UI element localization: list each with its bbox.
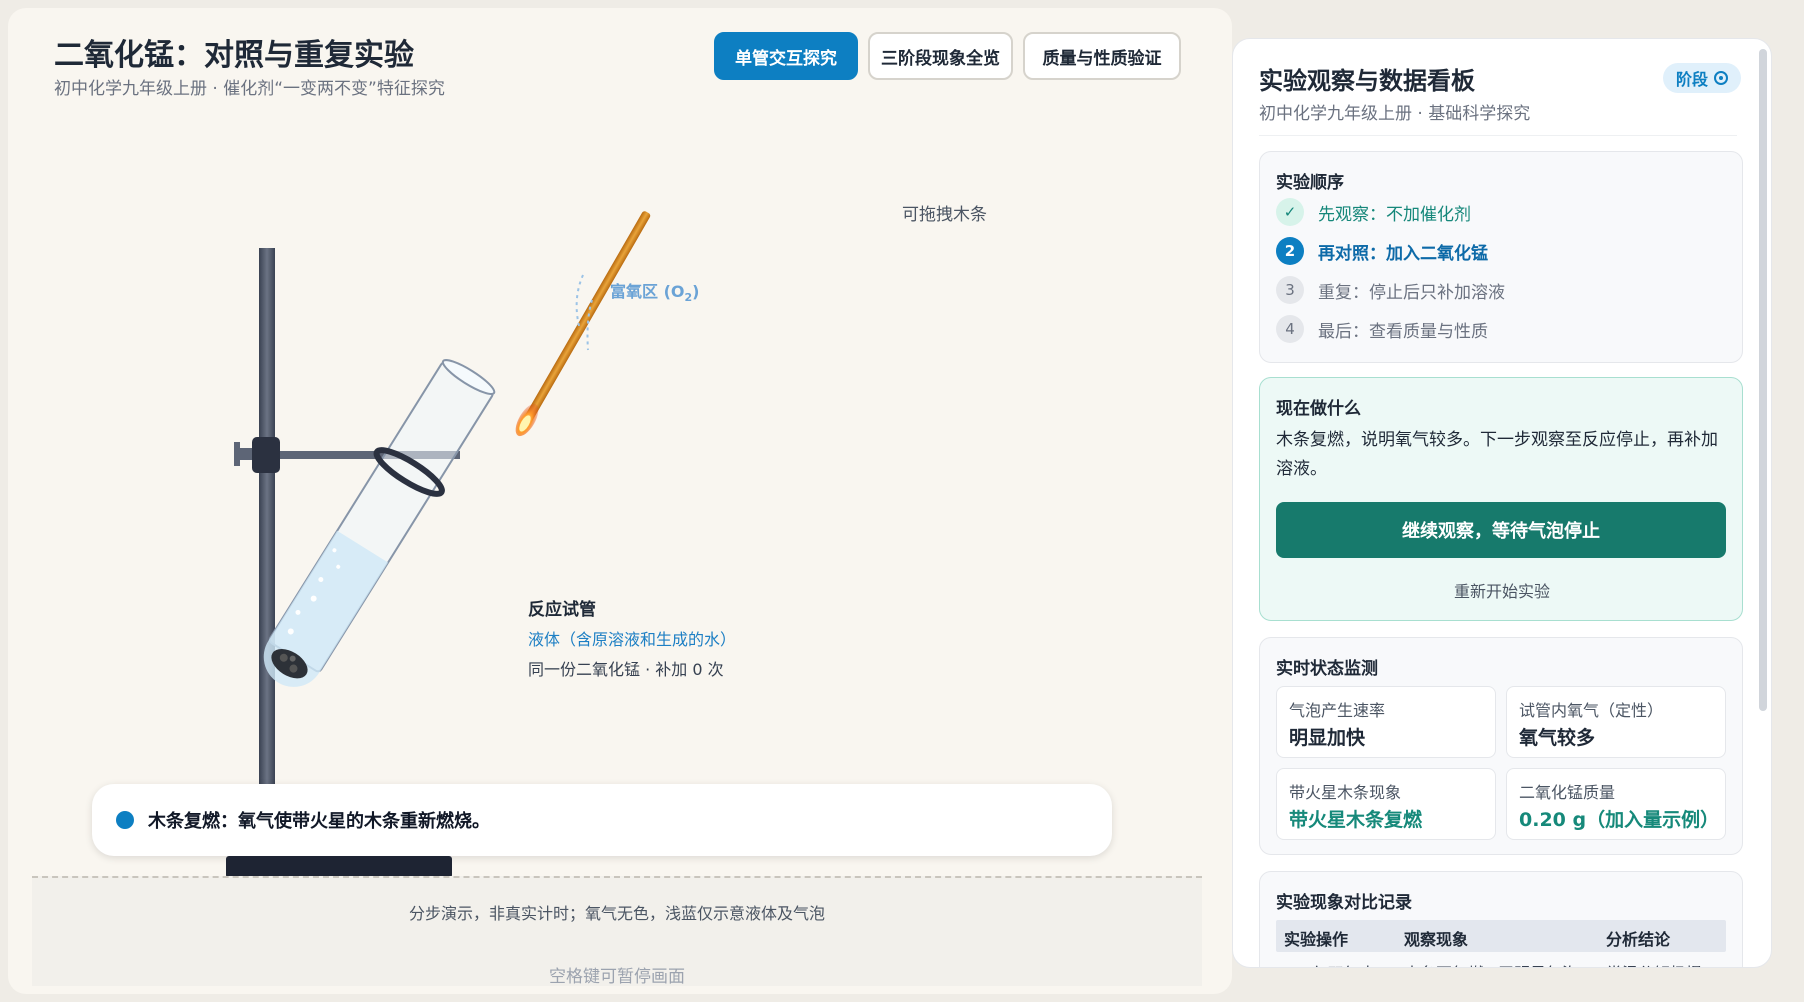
metric-label: 带火星木条现象 [1289,783,1402,802]
metric-bubble-rate: 气泡产生速率 明显加快 [1276,686,1496,758]
dashboard-subtitle: 初中化学九年级上册 · 基础科学探究 [1259,104,1531,124]
continue-observe-button[interactable]: 继续观察，等待气泡停止 [1276,502,1726,558]
divider [1259,135,1737,136]
step-label: 重复：停止后只补加溶液 [1318,282,1505,303]
realtime-monitor-card: 实时状态监测 气泡产生速率 明显加快 试管内氧气（定性） 氧气较多 带火星木条现… [1259,637,1743,855]
restart-button[interactable]: 重新开始实验 [1260,578,1744,602]
step-label: 先观察：不加催化剂 [1318,204,1471,225]
order-title: 实验顺序 [1276,173,1344,193]
stage-badge[interactable]: 阶段 [1663,63,1741,93]
metric-mno2-mass: 二氧化锰质量 0.20 g（加入量示例） [1506,768,1726,840]
dashboard-panel: 实验观察与数据看板 初中化学九年级上册 · 基础科学探究 阶段 实验顺序 ✓ 先… [1232,38,1772,968]
experiment-order-card: 实验顺序 ✓ 先观察：不加催化剂 2 再对照：加入二氧化锰 3 重复：停止后只补… [1259,151,1743,363]
metric-value: 带火星木条复燃 [1289,809,1423,831]
phenomenon-banner: 木条复燃：氧气使带火星的木条重新燃烧。 [92,784,1112,856]
tube-liquid-label: 液体（含原溶液和生成的水） [528,630,737,649]
step-label: 最后：查看质量与性质 [1318,321,1488,342]
oxygen-zone-label: 富氧区 (O2) [610,282,700,305]
pause-hint: 空格键可暂停画面 [549,967,685,987]
step-3: 3 重复：停止后只补加溶液 [1276,276,1505,304]
tube-note: 同一份二氧化锰 · 补加 0 次 [528,660,724,679]
tube-label: 反应试管 液体（含原溶液和生成的水） 同一份二氧化锰 · 补加 0 次 [528,595,736,680]
table-cell: (1) 仅双氧水 [1284,960,1376,967]
record-table-header: 实验操作 观察现象 分析结论 [1276,920,1726,952]
clamp-boss [252,437,280,473]
metric-value: 氧气较多 [1519,727,1596,749]
comparison-record-card: 实验现象对比记录 实验操作 观察现象 分析结论 (1) 仅双氧水 木条不复燃 无… [1259,871,1743,967]
info-icon [1714,71,1728,85]
metric-oxygen: 试管内氧气（定性） 氧气较多 [1506,686,1726,758]
metric-splint: 带火星木条现象 带火星木条复燃 [1276,768,1496,840]
column-header: 观察现象 [1404,930,1469,949]
record-title: 实验现象对比记录 [1276,893,1412,913]
stand-rod [259,248,275,860]
table-cell: 常温分解极慢 [1606,960,1702,967]
step-number: 3 [1276,276,1304,304]
step-label: 再对照：加入二氧化锰 [1318,243,1488,264]
metric-value: 0.20 g（加入量示例） [1519,809,1720,831]
current-action-card: 现在做什么 木条复燃，说明氧气较多。下一步观察至反应停止，再补加溶液。 继续观察… [1259,377,1743,621]
table-cell: 木条不复燃 [1404,960,1484,967]
column-header: 分析结论 [1606,930,1671,949]
column-header: 实验操作 [1284,930,1349,949]
phenomenon-text: 木条复燃：氧气使带火星的木条重新燃烧。 [148,811,490,832]
step-1: ✓ 先观察：不加催化剂 [1276,198,1471,226]
step-2: 2 再对照：加入二氧化锰 [1276,237,1488,265]
stand-base [226,856,452,878]
metric-label: 试管内氧气（定性） [1519,701,1664,720]
check-icon: ✓ [1276,198,1304,226]
step-4: 4 最后：查看质量与性质 [1276,315,1488,343]
status-dot-icon [116,811,134,829]
wooden-splint [515,211,651,437]
test-tube [263,359,496,687]
dashboard-scrollbar[interactable] [1759,49,1767,711]
metric-label: 二氧化锰质量 [1519,783,1616,802]
table-cell: 无明显气泡 [1498,960,1578,967]
dashboard-title: 实验观察与数据看板 [1259,67,1475,95]
stage-badge-label: 阶段 [1675,70,1708,89]
metric-label: 气泡产生速率 [1289,701,1386,720]
tube-title: 反应试管 [528,600,596,620]
lab-bench: 分步演示，非真实计时；氧气无色，浅蓝仅示意液体及气泡 空格键可暂停画面 [32,876,1202,987]
monitor-title: 实时状态监测 [1276,659,1378,679]
step-number: 4 [1276,315,1304,343]
now-title: 现在做什么 [1276,399,1361,419]
now-text: 木条复燃，说明氧气较多。下一步观察至反应停止，再补加溶液。 [1276,430,1718,479]
step-number: 2 [1276,237,1304,265]
bench-note: 分步演示，非真实计时；氧气无色，浅蓝仅示意液体及气泡 [408,904,825,923]
metric-value: 明显加快 [1289,727,1366,749]
